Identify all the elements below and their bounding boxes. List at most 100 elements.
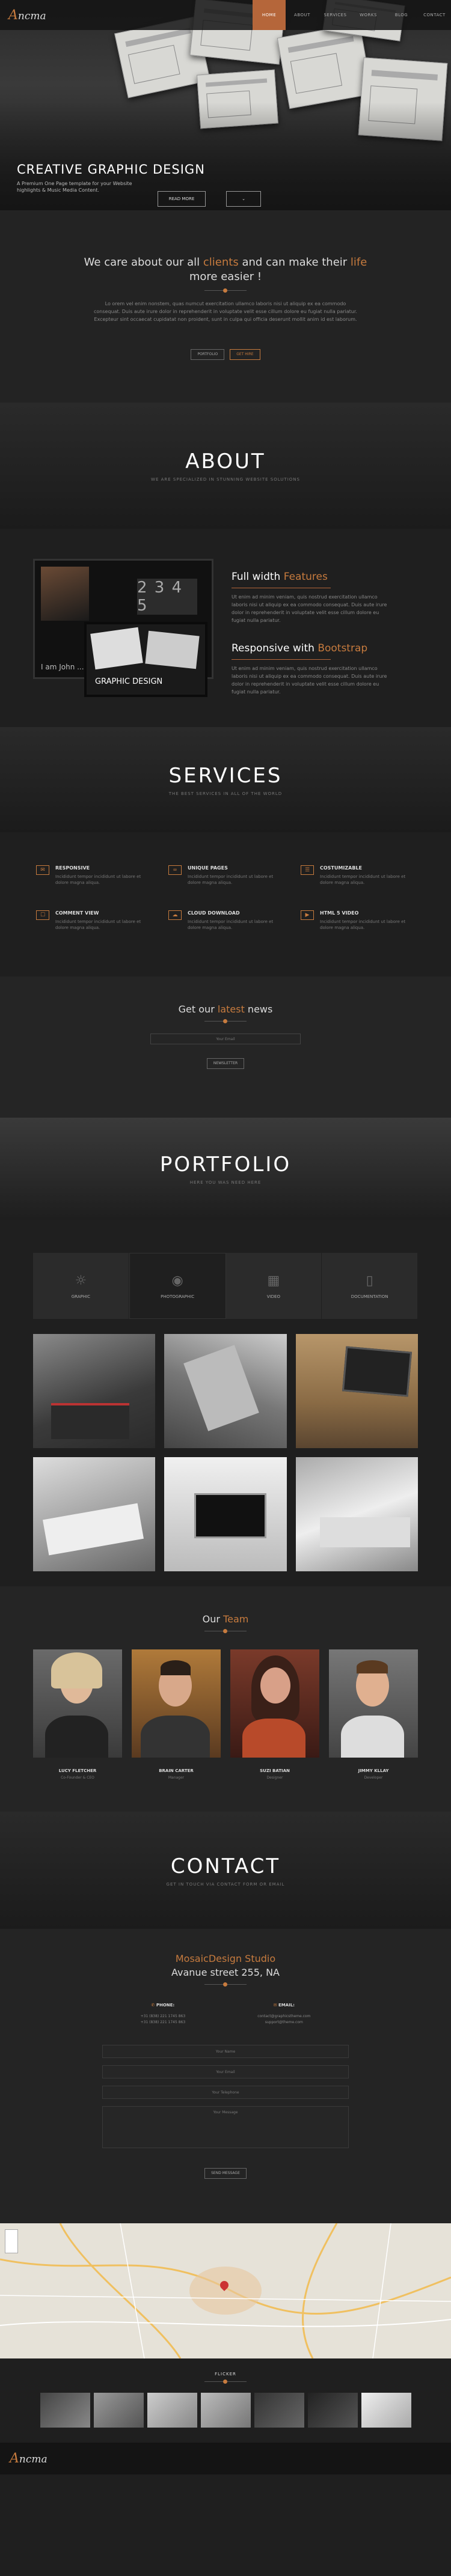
flickr-thumb[interactable] — [147, 2393, 197, 2428]
service-html5-video: ▶ HTML 5 VIDEO Incididunt tempor incididun… — [301, 910, 415, 943]
portfolio-item[interactable] — [295, 1334, 418, 1448]
tab-graphic[interactable]: ☼ GRAPHIC — [33, 1253, 129, 1319]
send-message-button[interactable]: SEND MESSAGE — [204, 2167, 247, 2179]
contact-section: MosaicDesign Studio Avanue street 255, N… — [0, 1929, 451, 2223]
newsletter-button[interactable]: NEWSLETTER — [206, 1058, 245, 1069]
location-map[interactable] — [0, 2223, 451, 2358]
portfolio-item[interactable] — [33, 1457, 156, 1571]
team-member: SUZI BATIAN Designer — [230, 1649, 319, 1780]
care-heading: We care about our all clients and can ma… — [84, 256, 367, 283]
features: Full width Features Ut enim ad minim ven… — [232, 559, 388, 703]
map-roads — [0, 2223, 451, 2358]
sun-icon: ☼ — [75, 1273, 87, 1288]
flickr-thumb[interactable] — [254, 2393, 304, 2428]
footer-logo[interactable]: Ancma — [10, 2451, 48, 2466]
read-more-button[interactable]: READ MORE — [158, 191, 206, 207]
nav-about[interactable]: ABOUT — [286, 0, 319, 30]
team-member: BRAIN CARTER Manager — [132, 1649, 221, 1780]
avatar — [329, 1649, 418, 1758]
nav-contact[interactable]: CONTACT — [418, 0, 451, 30]
document-icon: ▯ — [366, 1273, 373, 1288]
message-field[interactable]: Your Message — [102, 2106, 349, 2148]
flickr-thumb[interactable] — [307, 2393, 358, 2428]
service-customizable: ☰ COSTUMIZABLE Incididunt tempor incididun… — [301, 865, 415, 898]
flickr-heading: FLICKER — [215, 2372, 236, 2377]
play-icon: ▶ — [301, 910, 314, 920]
avatar — [33, 1649, 122, 1758]
services-banner: SERVICES THE BEST SERVICES IN ALL OF THE… — [0, 727, 451, 832]
nav-services[interactable]: SERVICES — [319, 0, 352, 30]
studio-address: Avanue street 255, NA — [171, 1967, 280, 1978]
service-responsive: ✉ RESPONSIVE Incididunt tempor incididunt … — [36, 865, 150, 898]
flickr-thumb[interactable] — [93, 2393, 144, 2428]
about-heading: ABOUT — [185, 449, 266, 473]
camera-icon: ◉ — [171, 1273, 183, 1288]
avatar — [132, 1649, 221, 1758]
nav-works[interactable]: WORKS — [352, 0, 385, 30]
top-nav: Ancma HOME ABOUT SERVICES WORKS BLOG CON… — [0, 0, 451, 30]
hero-subtitle: A Premium One Page template for your Web… — [17, 181, 132, 193]
portfolio-button[interactable]: PORTFOLIO — [191, 349, 225, 360]
name-field[interactable]: Your Name — [102, 2045, 349, 2058]
portfolio-item[interactable] — [164, 1457, 287, 1571]
portfolio-item[interactable] — [295, 1457, 418, 1571]
flickr-thumbs — [40, 2393, 411, 2428]
zoom-control[interactable] — [5, 2229, 18, 2253]
portfolio-item[interactable] — [164, 1334, 287, 1448]
email-icon: ✉ — [273, 2003, 277, 2008]
cloud-icon: ☁ — [168, 910, 182, 920]
infinity-icon: ∞ — [168, 865, 182, 875]
portfolio-item[interactable] — [33, 1334, 156, 1448]
portfolio-tabs: ☼ GRAPHIC ◉ PHOTOGRAPHIC ▦ VIDEO ▯ DOCUMENTA… — [33, 1253, 418, 1319]
care-section: We care about our all clients and can ma… — [0, 210, 451, 403]
tab-documentation[interactable]: ▯ DOCUMENTATION — [322, 1253, 418, 1319]
contact-tagline: GET IN TOUCH VIA CONTACT FORM OR EMAIL — [166, 1881, 285, 1887]
number-tiles: 2 3 4 5 — [137, 579, 197, 615]
about-banner: ABOUT WE ARE SPECIALIZED IN STUNNING WEB… — [0, 403, 451, 529]
service-unique-pages: ∞ UNIQUE PAGES Incididunt tempor incididun… — [168, 865, 283, 898]
phone-icon: ✆ — [151, 2003, 155, 2008]
tablet-screen: GRAPHIC DESIGN — [84, 622, 207, 697]
comment-icon: ☐ — [36, 910, 49, 920]
care-buttons: PORTFOLIO GET HIRE — [0, 346, 451, 360]
newsletter-section: Get our latest news Your Email NEWSLETTE… — [0, 976, 451, 1118]
nav-blog[interactable]: BLOG — [385, 0, 418, 30]
main-menu: HOME ABOUT SERVICES WORKS BLOG CONTACT — [253, 0, 451, 30]
service-comment-view: ☐ COMMENT VIEW Incididunt tempor incididun… — [36, 910, 150, 943]
team-heading: Our Team — [202, 1613, 249, 1625]
phone-block: ✆ PHONE: +31 (838) 221 1745 863 +31 (838) … — [140, 2003, 186, 2024]
flickr-thumb[interactable] — [361, 2393, 411, 2428]
portfolio-tagline: HERE YOU WAS NEED HERE — [189, 1180, 262, 1185]
get-hire-button[interactable]: GET HIRE — [230, 349, 260, 360]
tab-photographic[interactable]: ◉ PHOTOGRAPHIC — [129, 1253, 226, 1319]
tab-video[interactable]: ▦ VIDEO — [226, 1253, 322, 1319]
team-member: JIMMY KLLAY Developer — [329, 1649, 418, 1780]
mail-icon: ✉ — [36, 865, 49, 875]
care-text: Lo orem vel enim nonstem, quas numcut ex… — [94, 301, 357, 322]
hero-title: CREATIVE GRAPHIC DESIGN — [17, 162, 205, 177]
portfolio-banner: PORTFOLIO HERE YOU WAS NEED HERE — [0, 1118, 451, 1220]
footer-flickr: FLICKER — [0, 2358, 451, 2443]
list-icon: ☰ — [301, 865, 314, 875]
email-field[interactable]: Your Email — [102, 2065, 349, 2078]
scroll-down-button[interactable]: ⌄ — [226, 191, 261, 207]
telephone-field[interactable]: Your Telephone — [102, 2086, 349, 2099]
nav-home[interactable]: HOME — [253, 0, 286, 30]
portfolio-grid — [0, 1319, 451, 1586]
contact-banner: CONTACT GET IN TOUCH VIA CONTACT FORM OR… — [0, 1812, 451, 1929]
newsletter-email-input[interactable]: Your Email — [150, 1034, 301, 1044]
contact-heading: CONTACT — [170, 1854, 281, 1878]
care-divider — [204, 288, 247, 293]
services-heading: SERVICES — [168, 763, 283, 788]
feature-responsive: Responsive with Bootstrap Ut enim ad min… — [232, 642, 387, 695]
team-members: LUCY FLETCHER Co-Founder & CEO BRAIN CART… — [0, 1637, 451, 1792]
services-tagline: THE BEST SERVICES IN ALL OF THE WORLD — [168, 791, 283, 796]
flickr-thumb[interactable] — [40, 2393, 90, 2428]
portfolio-heading: PORTFOLIO — [159, 1153, 292, 1177]
service-cloud-download: ☁ CLOUD DOWNLOAD Incididunt tempor incidid… — [168, 910, 283, 943]
device-mockup: 2 3 4 5 I am John ... GRAPHIC DESIGN — [33, 559, 213, 697]
logo[interactable]: Ancma — [8, 8, 46, 23]
film-icon: ▦ — [267, 1273, 280, 1288]
email-block: ✉ EMAIL: contact@graphicstheme.com support… — [257, 2003, 311, 2024]
flickr-thumb[interactable] — [200, 2393, 251, 2428]
